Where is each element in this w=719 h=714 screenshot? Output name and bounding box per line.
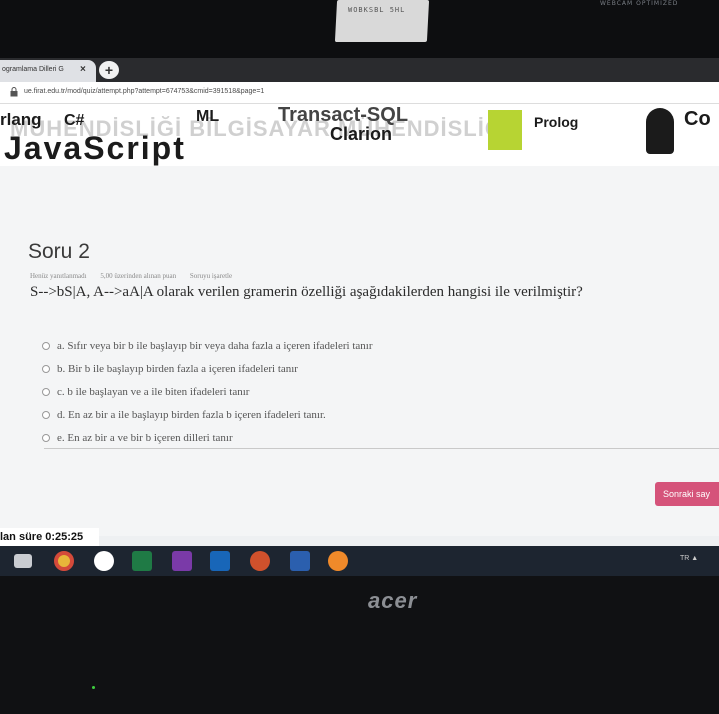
question-meta: Henüz yanıtlanmadı 5,00 üzerinden alınan… <box>30 272 244 280</box>
timer-block: lan süre 0:25:25 <box>0 528 99 548</box>
answer-option-b[interactable]: b. Bir b ile başlayıp birden fazla a içe… <box>42 363 298 375</box>
screen: ogramlama Dilleri G × + ue.firat.edu.tr/… <box>0 58 719 576</box>
system-tray[interactable]: TR ▲ <box>680 555 698 562</box>
question-points: 5,00 üzerinden alınan puan <box>100 272 177 280</box>
next-page-button[interactable]: Sonraki say <box>655 482 719 506</box>
corner-logo: WEBCAM OPTIMIZED <box>600 0 679 7</box>
time-remaining: lan süre 0:25:25 <box>0 531 84 543</box>
question-number: Soru 2 <box>28 240 90 263</box>
flag-question-link[interactable]: Soruyu işaretle <box>190 272 232 280</box>
browser-tab-bar: ogramlama Dilleri G × + <box>0 58 719 82</box>
new-tab-button[interactable]: + <box>99 61 119 79</box>
answer-label: d. En az bir a ile başlayıp birden fazla… <box>57 409 326 421</box>
browser-tab[interactable]: ogramlama Dilleri G × <box>0 60 96 82</box>
address-bar[interactable]: ue.firat.edu.tr/mod/quiz/attempt.php?att… <box>0 82 719 104</box>
excel-icon[interactable] <box>132 551 152 571</box>
answer-label: e. En az bir a ve bir b içeren dilleri t… <box>57 432 233 444</box>
answer-option-e[interactable]: e. En az bir a ve bir b içeren dilleri t… <box>42 432 233 444</box>
brand-logo: acer <box>368 588 418 613</box>
banner-logo-dark <box>646 108 674 154</box>
answer-label: a. Sıfır veya bir b ile başlayıp bir vey… <box>57 340 373 352</box>
banner-word: C# <box>64 112 85 129</box>
taskbar: TR ▲ <box>0 546 719 576</box>
banner-word: ML <box>196 108 220 125</box>
site-banner: MÜHENDİSLİĞİ BİLGİSAYAR MÜHENDİSLİĞİ rla… <box>0 104 719 166</box>
radio-button[interactable] <box>42 411 50 419</box>
word-icon[interactable] <box>290 551 310 571</box>
banner-word: Co <box>684 108 711 130</box>
answer-label: c. b ile başlayan ve a ile biten ifadele… <box>57 386 250 398</box>
answer-option-c[interactable]: c. b ile başlayan ve a ile biten ifadele… <box>42 386 249 398</box>
answer-label: b. Bir b ile başlayıp birden fazla a içe… <box>57 363 298 375</box>
banner-word: Clarion <box>330 124 393 144</box>
powerpoint-icon[interactable] <box>250 551 270 571</box>
task-view-icon[interactable] <box>14 554 32 568</box>
quiz-content: Soru 2 Henüz yanıtlanmadı 5,00 üzerinden… <box>0 166 719 536</box>
banner-logo-green <box>488 110 522 150</box>
answer-option-d[interactable]: d. En az bir a ile başlayıp birden fazla… <box>42 409 326 421</box>
url-text[interactable]: ue.firat.edu.tr/mod/quiz/attempt.php?att… <box>24 88 264 95</box>
answer-option-a[interactable]: a. Sıfır veya bir b ile başlayıp bir vey… <box>42 340 373 352</box>
firefox-icon[interactable] <box>328 551 348 571</box>
question-text: S-->bS|A, A-->aA|A olarak verilen gramer… <box>30 284 583 300</box>
power-led <box>92 686 95 689</box>
banner-word: Prolog <box>534 114 579 130</box>
outlook-icon[interactable] <box>210 551 230 571</box>
radio-button[interactable] <box>42 434 50 442</box>
radio-button[interactable] <box>42 388 50 396</box>
tab-close-icon[interactable]: × <box>80 64 86 75</box>
onenote-icon[interactable] <box>172 551 192 571</box>
webcam-label: WOBKSBL 5HL <box>348 6 406 14</box>
radio-button[interactable] <box>42 342 50 350</box>
banner-word: rlang <box>0 110 42 129</box>
circle-app-icon[interactable] <box>94 551 114 571</box>
tab-title: ogramlama Dilleri G <box>2 66 64 73</box>
divider <box>44 448 719 449</box>
laptop-bezel-bottom: acer <box>0 576 719 714</box>
chrome-icon[interactable] <box>54 551 74 571</box>
lock-icon <box>10 87 18 97</box>
radio-button[interactable] <box>42 365 50 373</box>
banner-word: JavaScript <box>4 130 186 166</box>
question-status: Henüz yanıtlanmadı <box>30 272 87 280</box>
